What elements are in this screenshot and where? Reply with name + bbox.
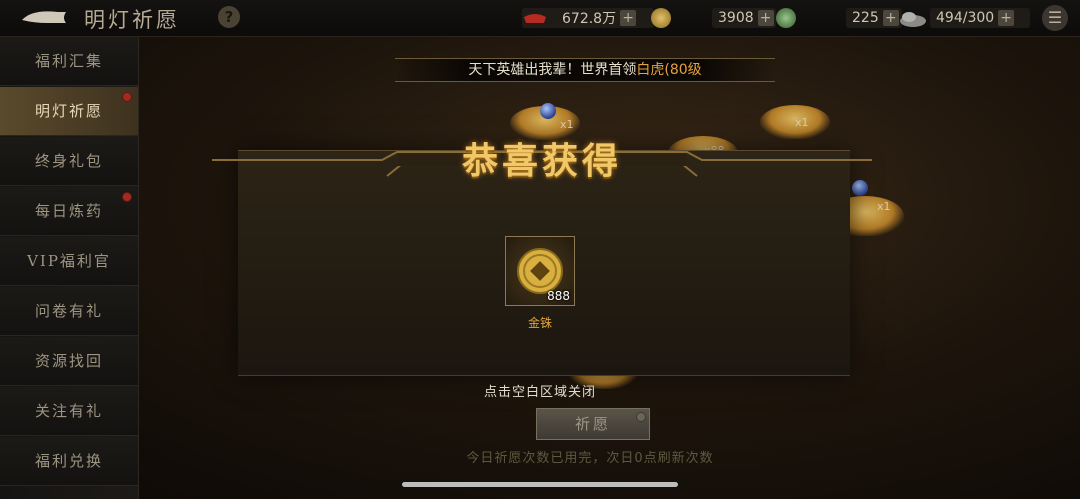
add-jade-button[interactable]: + [757,10,774,26]
notification-dot [636,412,646,422]
announcement-banner: 天下英雄出我辈！世界首领白虎(80级 [395,58,775,82]
reward-item[interactable]: 888 [505,236,575,306]
gold-coin-icon [651,8,671,28]
help-button[interactable]: ? [218,6,240,28]
resource-silver: 672.8万 + [522,8,654,28]
sidebar-item-lantern-wish[interactable]: 明灯祈愿 [0,87,138,136]
notification-dot [122,92,132,102]
jade-coin-icon [776,8,796,28]
sidebar-item-label: 资源找回 [34,352,103,370]
pray-button-label: 祈愿 [574,415,611,433]
menu-button[interactable]: ☰ [1042,5,1068,31]
home-indicator[interactable] [402,482,678,487]
popup-title: 恭喜获得 [461,140,622,182]
sidebar-item-daily-alchemy[interactable]: 每日炼药 [0,187,138,236]
sidebar-item-lifetime-pack[interactable]: 终身礼包 [0,137,138,186]
sidebar-item-label: 明灯祈愿 [34,102,103,120]
sidebar-item-vip[interactable]: VIP福利官 [0,237,138,286]
silver-ingot-icon [524,14,546,23]
sidebar-item-survey[interactable]: 问卷有礼 [0,287,138,336]
lantern-qty: x1 [877,200,891,213]
orb-icon [540,103,556,119]
resource-stamina: 225 + [846,8,902,28]
sidebar-item-label: 福利汇集 [34,52,103,70]
sidebar-item-label: VIP福利官 [27,252,111,270]
reward-count: 888 [547,289,570,303]
sidebar: 福利汇集 明灯祈愿 终身礼包 每日炼药 VIP福利官 问卷有礼 资源找回 关注有… [0,37,139,499]
sidebar-item-resource-recovery[interactable]: 资源找回 [0,337,138,386]
resource-jade: 3908 + [712,8,776,28]
resource-value: 672.8万 [562,11,617,27]
sidebar-item-exchange[interactable]: 福利兑换 [0,437,138,486]
sidebar-item-label: 终身礼包 [34,152,103,170]
sidebar-item-label: 问卷有礼 [34,302,103,320]
pray-button[interactable]: 祈愿 [536,408,650,440]
stone-pile-icon [900,12,926,27]
popup-header: 恭喜获得 [212,124,872,182]
sidebar-item-welfare[interactable]: 福利汇集 [0,37,138,86]
banner-text: 天下英雄出我辈！世界首领 [468,62,637,78]
add-capacity-button[interactable]: + [998,10,1015,26]
banner-highlight: 白虎(80级 [636,62,702,78]
resource-capacity: 494/300 + [930,8,1030,28]
sidebar-item-follow-reward[interactable]: 关注有礼 [0,387,138,436]
sidebar-item-label: 关注有礼 [34,402,103,420]
reward-name: 金铢 [527,316,552,330]
back-arrow-icon [22,11,66,23]
add-silver-button[interactable]: + [620,10,637,26]
limit-text: 今日祈愿次数已用完，次日0点刷新次数 [466,451,714,466]
resource-value: 494/300 [936,10,995,26]
add-stamina-button[interactable]: + [882,10,899,26]
top-bar: 明灯祈愿 ? 672.8万 + 3908 + 225 + 494/300 + ☰ [0,0,1080,37]
resource-value: 225 [852,10,879,26]
sidebar-item-label: 每日炼药 [34,202,103,220]
close-hint: 点击空白区域关闭 [483,385,596,400]
resource-value: 3908 [718,10,754,26]
sidebar-item-label: 福利兑换 [34,452,103,470]
back-button[interactable] [18,6,70,30]
page-title: 明灯祈愿 [84,8,180,32]
list-icon: ☰ [1047,8,1063,27]
notification-dot [122,192,132,202]
